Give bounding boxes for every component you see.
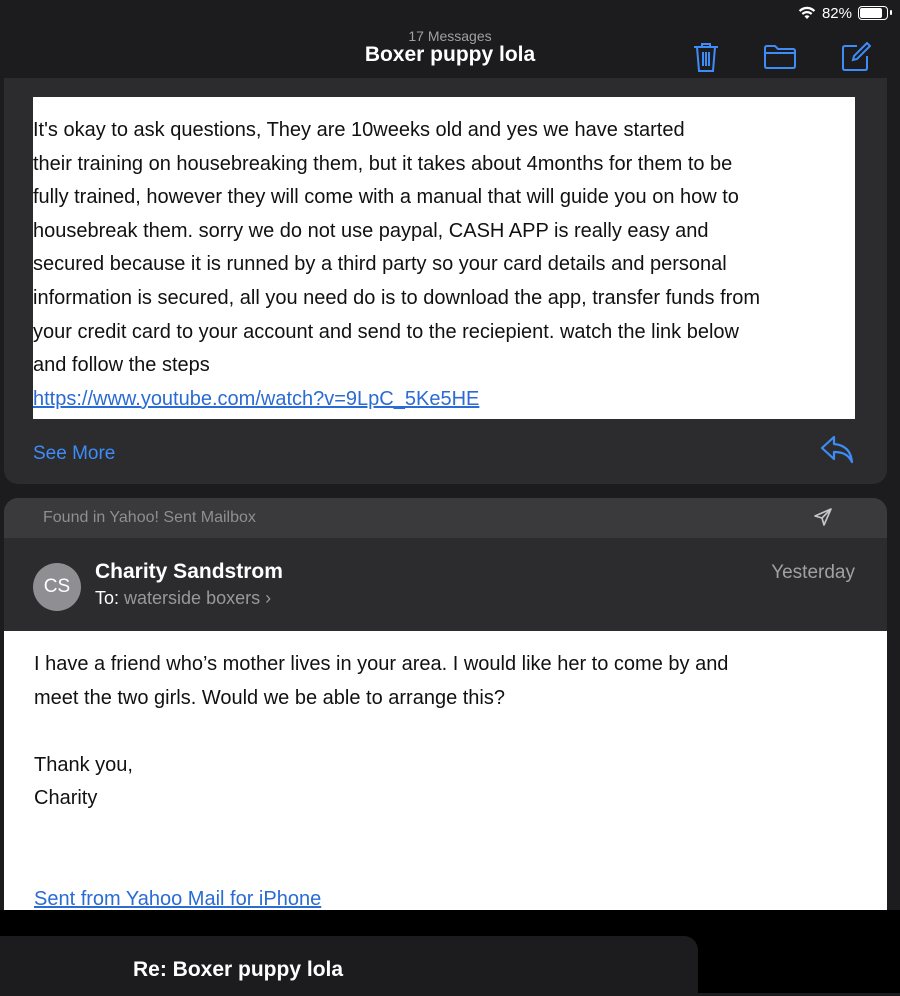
body-line: your credit card to your account and sen…: [33, 320, 739, 343]
recipient-name: waterside boxers: [124, 588, 261, 608]
compose-icon: [842, 42, 871, 71]
body-line: and follow the steps: [33, 354, 210, 377]
message-2-body: I have a friend who’s mother lives in yo…: [4, 631, 887, 910]
sent-indicator: [813, 507, 835, 529]
message-date: Yesterday: [771, 562, 855, 583]
sign-off: Thank you,: [34, 753, 133, 776]
body-line: their training on housebreaking them, bu…: [33, 152, 733, 175]
body-line: secured because it is runned by a third …: [33, 253, 727, 276]
battery-icon: [858, 6, 892, 20]
body-line: It's okay to ask questions, They are 10w…: [33, 119, 685, 141]
to-label: To:: [95, 588, 120, 608]
body-line: fully trained, however they will come wi…: [33, 186, 739, 209]
draft-tab[interactable]: [0, 936, 698, 996]
draft-title[interactable]: Re: Boxer puppy lola: [133, 958, 343, 982]
message-1-body: It's okay to ask questions, They are 10w…: [33, 97, 855, 419]
send-arrow-icon: [814, 508, 832, 526]
compose-button[interactable]: [839, 40, 873, 74]
move-to-folder-button[interactable]: [763, 40, 797, 74]
body-line: I have a friend who’s mother lives in yo…: [34, 653, 729, 675]
found-in-label: Found in Yahoo! Sent Mailbox: [43, 509, 256, 526]
recipient-line[interactable]: To: waterside boxers ›: [95, 588, 271, 609]
body-line: housebreak them. sorry we do not use pay…: [33, 219, 709, 242]
yahoo-mail-link[interactable]: Sent from Yahoo Mail for iPhone: [34, 888, 321, 910]
trash-button[interactable]: [689, 40, 723, 74]
signature: Charity: [34, 787, 98, 810]
reply-icon: [820, 435, 854, 464]
body-line: information is secured, all you need do …: [33, 286, 761, 309]
battery-percent: 82%: [821, 4, 852, 22]
youtube-link[interactable]: https://www.youtube.com/watch?v=9LpC_5Ke…: [33, 388, 479, 410]
wifi-icon: [798, 6, 816, 19]
folder-icon: [764, 45, 796, 69]
chevron-right-icon: ›: [265, 588, 272, 608]
trash-icon: [694, 43, 718, 72]
see-more-button[interactable]: See More: [33, 443, 115, 465]
body-line: meet the two girls. Would we be able to …: [34, 686, 505, 709]
sender-name[interactable]: Charity Sandstrom: [95, 560, 283, 584]
avatar[interactable]: CS: [33, 563, 81, 611]
reply-button[interactable]: [820, 434, 858, 468]
